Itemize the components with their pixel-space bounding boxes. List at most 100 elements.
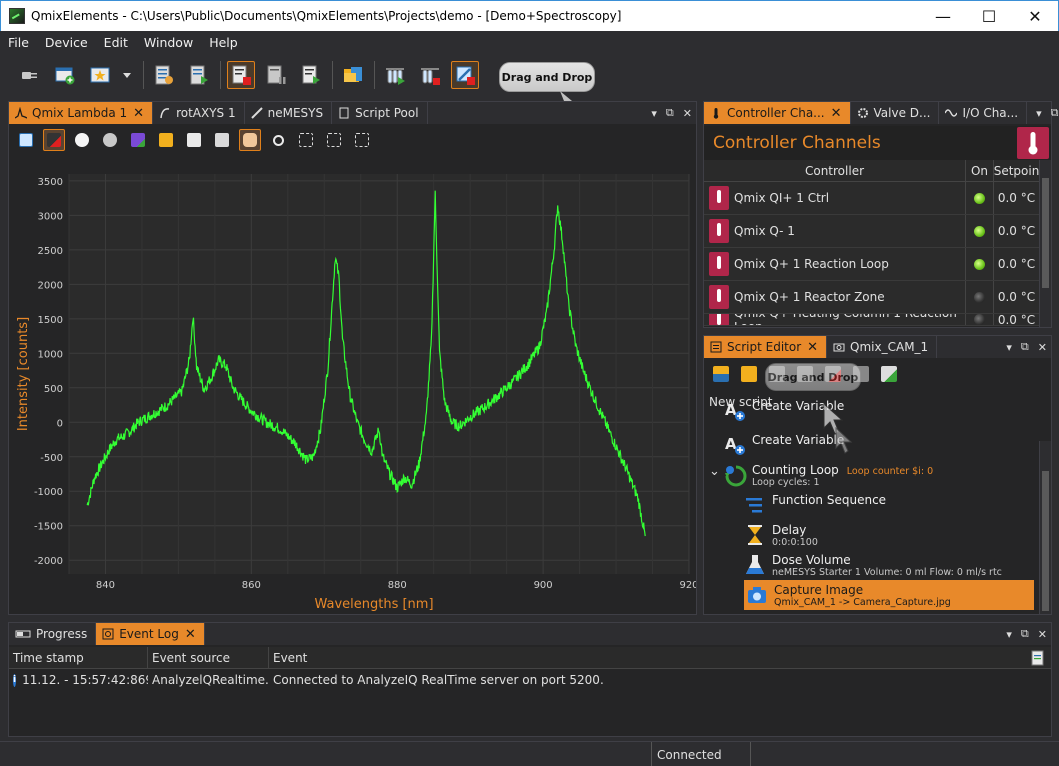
layout-dropdown-button[interactable] [121,61,133,89]
expand-chevron-icon[interactable]: ⌄ [709,464,720,479]
script-function-item[interactable]: Delay 0:0:0:100 [704,520,1036,550]
menu-device[interactable]: Device [37,35,96,50]
scrollbar-thumb[interactable] [1042,471,1049,611]
controller-on-cell[interactable] [966,248,994,280]
export-log-button[interactable] [1025,647,1051,668]
script-function-item[interactable]: Function Sequence [704,490,1036,520]
event-log-row[interactable]: i 11.12. - 15:57:42:869 AnalyzelQRealtime.… [9,669,1051,691]
sample-run-button[interactable] [381,61,409,89]
controller-row[interactable]: Qmix Q+ 1 Reaction Loop 0.0 °C [704,248,1039,281]
spectrum-chart[interactable]: -2000 -1500 -1000 -500 0 500 1000 1500 2000 2500 3… [9,154,696,614]
col-setpoint[interactable]: Setpoin [994,160,1040,181]
script-run-button[interactable] [878,363,900,385]
new-layout-button[interactable] [86,61,114,89]
controller-on-cell[interactable] [966,215,994,247]
open-project-button[interactable] [339,61,367,89]
panel-menu-icon[interactable]: ▾ [1006,628,1012,641]
close-tab-icon[interactable]: ✕ [133,106,144,121]
maximize-button[interactable]: ☐ [966,1,1012,31]
controller-row[interactable]: Qmix QI+ 1 Ctrl 0.0 °C [704,182,1039,215]
close-window-button[interactable]: ✕ [1012,1,1058,31]
script-function-item[interactable]: Dose Volume neMESYS Starter 1 Volume: 0 m… [704,550,1036,580]
zoom-vertical-button[interactable] [323,129,345,151]
close-tab-icon[interactable]: ✕ [185,627,196,642]
tab-qmix-lambda[interactable]: Qmix Lambda 1 ✕ [9,102,154,124]
run-device-button[interactable] [185,61,213,89]
drag-drop-stop-button[interactable] [451,61,479,89]
close-panel-icon[interactable]: ✕ [683,107,692,120]
controller-setpoint[interactable]: 0.0 °C [994,215,1039,247]
col-controller[interactable]: Controller [704,160,966,181]
col-on[interactable]: On [966,160,994,181]
script-stop-button[interactable] [227,61,255,89]
script-scrollbar[interactable] [1039,441,1051,614]
close-tab-icon[interactable]: ✕ [807,340,818,355]
script-function-item[interactable]: Capture Image Qmix_CAM_1 -> Camera_Captur… [744,580,1034,610]
close-tab-icon[interactable]: ✕ [831,106,842,121]
controller-on-cell[interactable] [966,182,994,214]
new-script-button[interactable] [710,363,732,385]
tab-io-channels[interactable]: I/O Cha... [939,102,1028,124]
add-device-button[interactable] [51,61,79,89]
lamp-button[interactable] [71,129,93,151]
float-panel-icon[interactable]: ⧉ [1021,340,1029,354]
float-panel-icon[interactable]: ⧉ [1021,627,1029,641]
controller-icon-cell [704,281,734,313]
tab-controller-channels[interactable]: Controller Cha... ✕ [704,102,851,124]
tab-script-editor[interactable]: Script Editor ✕ [704,336,828,358]
menu-help[interactable]: Help [201,35,246,50]
controller-setpoint[interactable]: 0.0 °C [994,314,1039,325]
sample-stop-button[interactable] [416,61,444,89]
spectrum-stop-button[interactable] [43,129,65,151]
controller-on-cell[interactable] [966,281,994,313]
tab-nemesys[interactable]: neMESYS [245,102,333,124]
zoom-button[interactable] [267,129,289,151]
controller-setpoint[interactable]: 0.0 °C [994,281,1039,313]
script-pause-button[interactable] [262,61,290,89]
spectrum-window-button[interactable] [15,129,37,151]
controller-scrollbar[interactable] [1039,160,1051,327]
panel-menu-icon[interactable]: ▾ [1006,341,1012,354]
controller-setpoint[interactable]: 0.0 °C [994,248,1039,280]
tab-script-pool[interactable]: Script Pool [332,102,428,124]
close-panel-icon[interactable]: ✕ [1038,628,1047,641]
open-script-button[interactable] [738,363,760,385]
connect-button[interactable] [16,61,44,89]
zoom-all-button[interactable] [351,129,373,151]
controller-row[interactable]: Qmix Q+ Heating Column 1 Reaction Loop 0.… [704,314,1039,326]
menu-file[interactable]: File [0,35,37,50]
float-panel-icon[interactable]: ⧉ [1051,106,1059,120]
tab-rotaxys[interactable]: rotAXYS 1 [153,102,245,124]
controller-setpoint[interactable]: 0.0 °C [994,182,1039,214]
col-event[interactable]: Event [269,647,1025,668]
add-spectrum-button[interactable] [127,129,149,151]
script-function-item[interactable]: ⌄ Counting Loop Loop counter $i: 0 Loop cyc… [704,460,1036,490]
float-panel-icon[interactable]: ⧉ [666,106,674,120]
menu-edit[interactable]: Edit [96,35,136,50]
minimize-button[interactable]: — [920,1,966,31]
close-panel-icon[interactable]: ✕ [1038,341,1047,354]
device-config-button[interactable] [150,61,178,89]
tab-event-log[interactable]: Event Log ✕ [96,623,205,645]
col-event-source[interactable]: Event source [148,647,269,668]
tab-valve-devices[interactable]: Valve D... [851,102,940,124]
export-spectrum-button[interactable] [183,129,205,151]
tab-qmix-cam[interactable]: Qmix_CAM_1 [827,336,938,358]
script-run-button[interactable] [297,61,325,89]
panel-menu-icon[interactable]: ▾ [651,107,657,120]
pan-button[interactable] [239,129,261,151]
col-time-stamp[interactable]: Time stamp [9,647,148,668]
dark-reference-button[interactable] [99,129,121,151]
scrollbar-thumb[interactable] [1042,178,1049,288]
controller-row[interactable]: Qmix Q+ 1 Reactor Zone 0.0 °C [704,281,1039,314]
import-spectrum-button[interactable] [211,129,233,151]
menu-window[interactable]: Window [136,35,201,50]
controller-row[interactable]: Qmix Q- 1 0.0 °C [704,215,1039,248]
tab-progress[interactable]: Progress [9,623,97,645]
controller-on-cell[interactable] [966,314,994,325]
open-spectrum-button[interactable] [155,129,177,151]
zoom-fit-button[interactable] [295,129,317,151]
script-function-item[interactable]: A Create Variable [704,430,1036,460]
panel-menu-icon[interactable]: ▾ [1036,107,1042,120]
script-function-item[interactable]: A Create Variable [704,399,1036,430]
